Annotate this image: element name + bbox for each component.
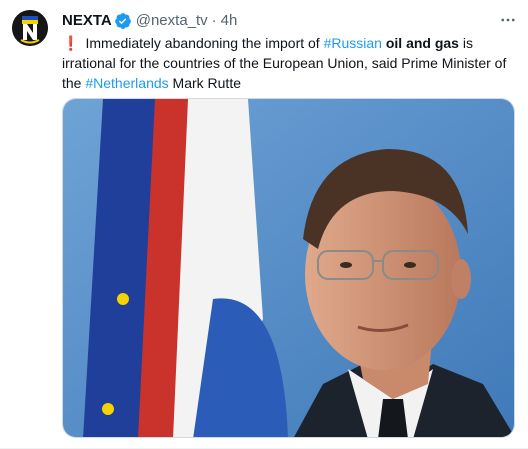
tweet-header: NEXTA @nexta_tv · 4h	[62, 11, 516, 31]
tweet-text: ❗ Immediately abandoning the import of #R…	[62, 33, 514, 93]
text-bold: oil and gas	[385, 35, 459, 51]
hashtag-russian[interactable]: #Russian	[324, 35, 382, 51]
hashtag-netherlands[interactable]: #Netherlands	[85, 75, 168, 91]
more-options-icon[interactable]	[498, 10, 518, 30]
author-handle[interactable]: @nexta_tv	[136, 11, 208, 31]
exclamation-icon: ❗	[62, 35, 80, 51]
photo-image	[63, 99, 514, 437]
tweet-card[interactable]: NEXTA @nexta_tv · 4h ❗ Immediately abando…	[0, 0, 528, 449]
author-name[interactable]: NEXTA	[62, 11, 112, 31]
text-part-1: Immediately abandoning the import of	[85, 35, 324, 51]
separator-dot: ·	[211, 12, 217, 29]
avatar[interactable]	[12, 10, 48, 46]
tweet-photo[interactable]	[62, 98, 515, 438]
timestamp[interactable]: 4h	[221, 11, 238, 31]
text-part-3: Mark Rutte	[168, 75, 241, 91]
nexta-logo-icon	[12, 10, 48, 46]
verified-badge-icon	[114, 12, 132, 30]
